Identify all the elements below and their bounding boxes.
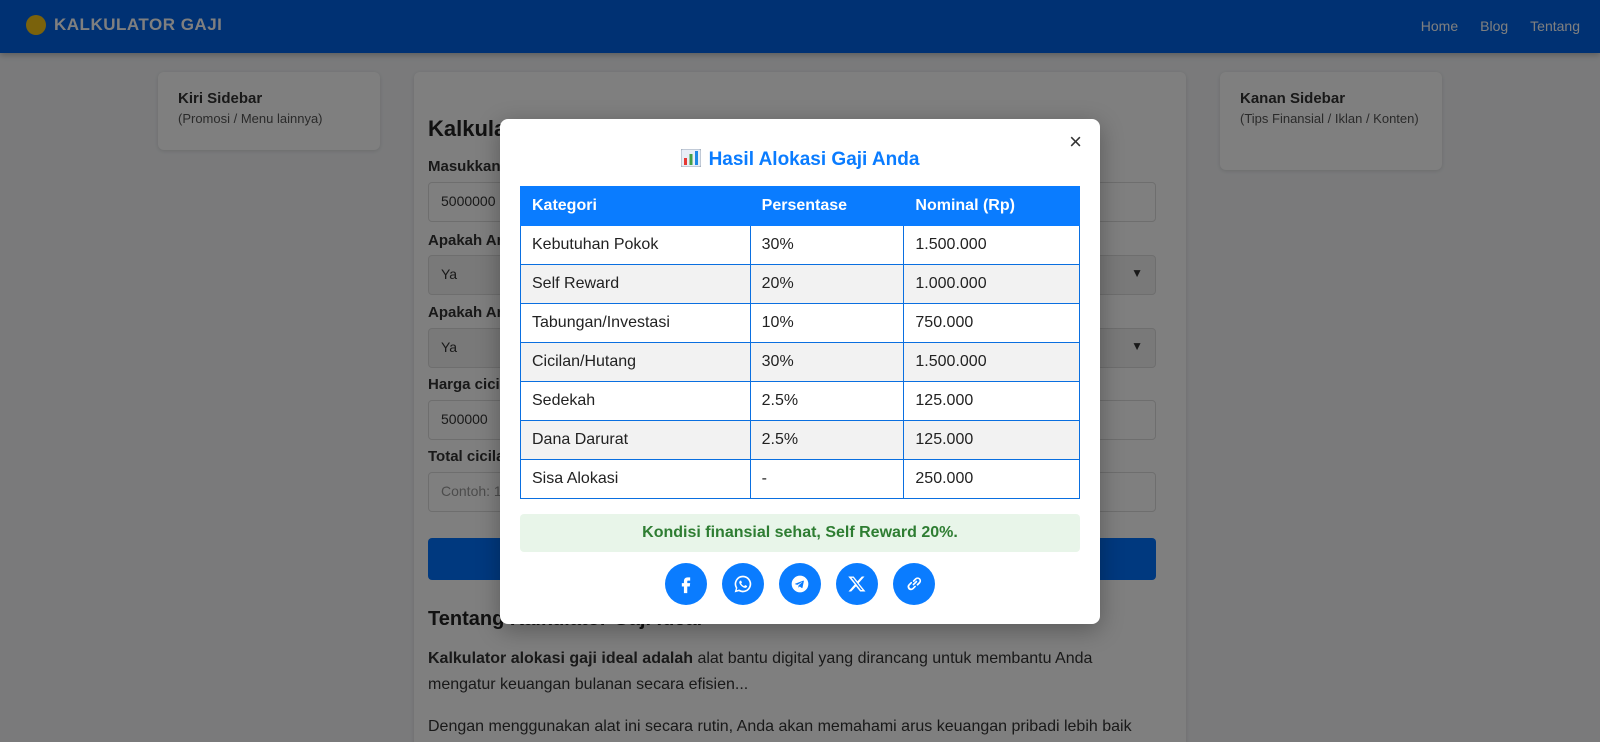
column-header: Persentase	[749, 186, 905, 226]
table-cell: 30%	[749, 342, 905, 382]
telegram-icon	[791, 575, 809, 593]
table-cell: Sedekah	[520, 381, 751, 421]
table-row: Tabungan/Investasi 10% 750.000	[520, 303, 1080, 343]
table-cell: 1.500.000	[903, 225, 1080, 265]
table-cell: Tabungan/Investasi	[520, 303, 751, 343]
share-buttons	[500, 563, 1100, 605]
modal-title: Hasil Alokasi Gaji Anda	[500, 149, 1100, 171]
column-header: Kategori	[520, 186, 751, 226]
table-cell: 1.500.000	[903, 342, 1080, 382]
table-cell: Dana Darurat	[520, 420, 751, 460]
facebook-icon	[681, 577, 691, 594]
share-x-button[interactable]	[836, 563, 878, 605]
whatsapp-icon	[734, 575, 752, 593]
status-message: Kondisi finansial sehat, Self Reward 20%…	[520, 514, 1080, 552]
bar-chart-icon	[680, 149, 701, 167]
modal-title-text: Hasil Alokasi Gaji Anda	[708, 149, 920, 170]
column-header: Nominal (Rp)	[903, 186, 1080, 226]
table-cell: -	[749, 459, 905, 499]
table-cell: 1.000.000	[903, 264, 1080, 304]
link-icon	[907, 577, 922, 591]
table-cell: Cicilan/Hutang	[520, 342, 751, 382]
table-cell: 750.000	[903, 303, 1080, 343]
table-cell: Self Reward	[520, 264, 751, 304]
table-cell: Kebutuhan Pokok	[520, 225, 751, 265]
share-copy-link-button[interactable]	[893, 563, 935, 605]
table-cell: 10%	[749, 303, 905, 343]
table-cell: 125.000	[903, 381, 1080, 421]
table-cell: 30%	[749, 225, 905, 265]
table-row: Cicilan/Hutang 30% 1.500.000	[520, 342, 1080, 382]
table-row: Kebutuhan Pokok 30% 1.500.000	[520, 225, 1080, 265]
table-row: Dana Darurat 2.5% 125.000	[520, 420, 1080, 460]
share-telegram-button[interactable]	[779, 563, 821, 605]
table-cell: 2.5%	[749, 420, 905, 460]
share-facebook-button[interactable]	[665, 563, 707, 605]
table-cell: 125.000	[903, 420, 1080, 460]
table-cell: 20%	[749, 264, 905, 304]
table-row: Sisa Alokasi - 250.000	[520, 459, 1080, 499]
table-cell: Sisa Alokasi	[520, 459, 751, 499]
share-whatsapp-button[interactable]	[722, 563, 764, 605]
allocation-table: Kategori Persentase Nominal (Rp) Kebutuh…	[520, 186, 1080, 499]
table-row: Self Reward 20% 1.000.000	[520, 264, 1080, 304]
table-cell: 2.5%	[749, 381, 905, 421]
result-modal: × Hasil Alokasi Gaji Anda Kategori Perse…	[500, 119, 1100, 624]
table-header-row: Kategori Persentase Nominal (Rp)	[520, 186, 1080, 226]
table-cell: 250.000	[903, 459, 1080, 499]
table-row: Sedekah 2.5% 125.000	[520, 381, 1080, 421]
x-icon	[848, 576, 866, 592]
